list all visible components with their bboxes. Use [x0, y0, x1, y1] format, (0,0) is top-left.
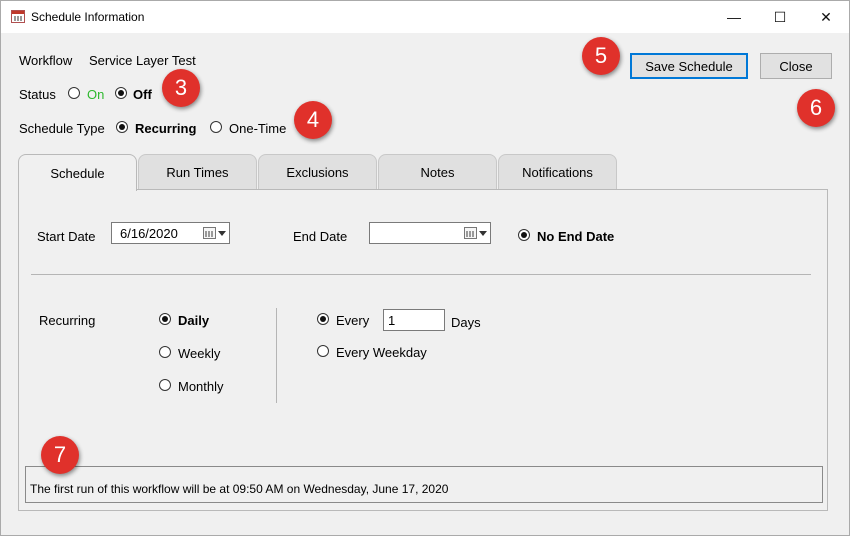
close-button[interactable]: Close	[760, 53, 832, 79]
start-date-value: 6/16/2020	[120, 226, 178, 241]
calendar-icon	[11, 10, 25, 23]
callout-badge-7: 7	[41, 436, 79, 474]
every-radio[interactable]	[317, 313, 329, 325]
workflow-name: Service Layer Test	[89, 53, 196, 68]
recurring-radio[interactable]	[116, 121, 128, 133]
frequency-divider	[276, 308, 277, 403]
weekly-radio[interactable]	[159, 346, 171, 358]
recurring-frequency-label: Recurring	[39, 313, 96, 328]
one-time-radio[interactable]	[210, 121, 222, 133]
weekly-label[interactable]: Weekly	[178, 346, 220, 361]
no-end-date-label[interactable]: No End Date	[537, 229, 614, 244]
recurring-label[interactable]: Recurring	[135, 121, 196, 136]
callout-badge-5: 5	[582, 37, 620, 75]
daily-radio[interactable]	[159, 313, 171, 325]
schedule-information-window: Schedule Information — ☐ ✕ Workflow Serv…	[0, 0, 850, 536]
status-on-label[interactable]: On	[87, 87, 104, 102]
status-on-radio[interactable]	[68, 87, 80, 99]
status-label: Status	[19, 87, 56, 102]
monthly-radio[interactable]	[159, 379, 171, 391]
window-title: Schedule Information	[31, 10, 145, 24]
tab-notifications[interactable]: Notifications	[498, 154, 617, 190]
minimize-button[interactable]: —	[711, 1, 757, 33]
start-date-label: Start Date	[37, 229, 96, 244]
one-time-label[interactable]: One-Time	[229, 121, 286, 136]
workflow-label: Workflow	[19, 53, 73, 68]
start-date-picker[interactable]: 6/16/2020	[111, 222, 230, 244]
section-divider	[31, 274, 811, 275]
tab-schedule[interactable]: Schedule	[18, 154, 137, 191]
save-schedule-button[interactable]: Save Schedule	[630, 53, 748, 79]
schedule-type-label: Schedule Type	[19, 121, 105, 136]
status-off-radio[interactable]	[115, 87, 127, 99]
maximize-button[interactable]: ☐	[757, 1, 803, 33]
every-weekday-label[interactable]: Every Weekday	[336, 345, 427, 360]
tab-notes[interactable]: Notes	[378, 154, 497, 190]
status-off-label[interactable]: Off	[133, 87, 152, 102]
no-end-date-radio[interactable]	[518, 229, 530, 241]
end-date-label: End Date	[293, 229, 348, 244]
days-label: Days	[451, 315, 481, 330]
title-bar: Schedule Information — ☐ ✕	[1, 1, 849, 33]
callout-badge-4: 4	[294, 101, 332, 139]
calendar-icon[interactable]	[464, 227, 477, 239]
callout-badge-3: 3	[162, 69, 200, 107]
chevron-down-icon[interactable]	[479, 231, 487, 236]
daily-label[interactable]: Daily	[178, 313, 209, 328]
tab-exclusions[interactable]: Exclusions	[258, 154, 377, 190]
end-date-picker[interactable]	[369, 222, 491, 244]
close-window-button[interactable]: ✕	[803, 1, 849, 33]
every-weekday-radio[interactable]	[317, 345, 329, 357]
callout-badge-6: 6	[797, 89, 835, 127]
every-days-input[interactable]: 1	[383, 309, 445, 331]
first-run-status-box: The first run of this workflow will be a…	[25, 466, 823, 503]
first-run-message: The first run of this workflow will be a…	[30, 482, 449, 496]
chevron-down-icon[interactable]	[218, 231, 226, 236]
tab-run-times[interactable]: Run Times	[138, 154, 257, 190]
every-label[interactable]: Every	[336, 313, 369, 328]
calendar-icon[interactable]	[203, 227, 216, 239]
monthly-label[interactable]: Monthly	[178, 379, 224, 394]
